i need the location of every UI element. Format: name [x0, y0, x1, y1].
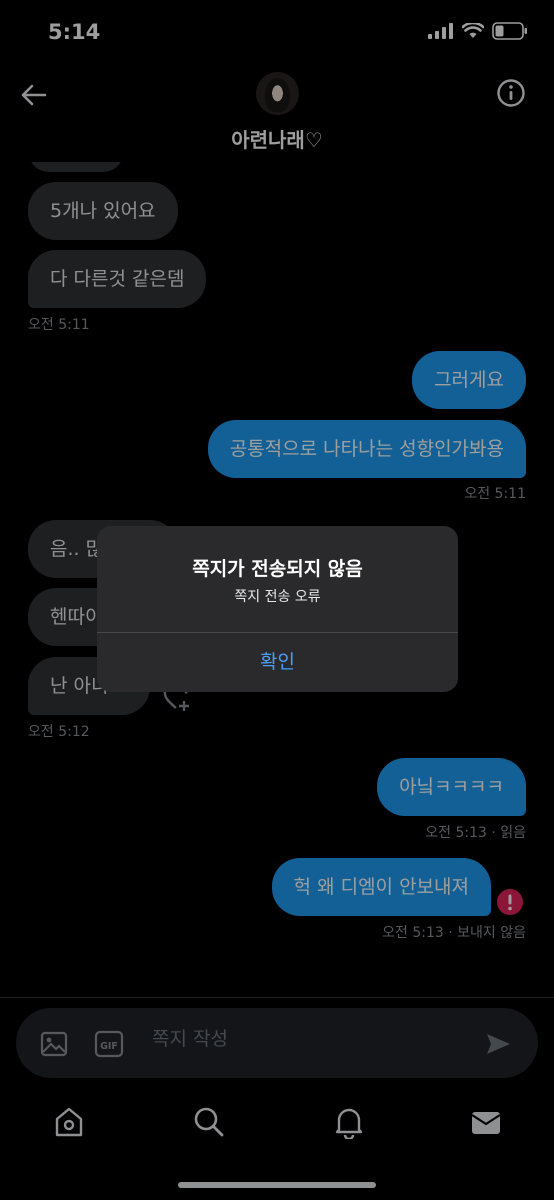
message-bubble-failed[interactable]: 헉 왜 디엠이 안보내져 — [271, 858, 491, 916]
alert-message: 쪽지 전송 오류 — [234, 589, 321, 605]
send-icon[interactable] — [484, 1030, 512, 1058]
conversation-header: 아련나래♡ — [0, 64, 554, 162]
error-icon[interactable] — [496, 888, 524, 916]
back-arrow-icon[interactable] — [18, 80, 48, 110]
message-bubble-received[interactable]: 5개나 있어요 — [28, 182, 178, 240]
message-timestamp: 오전 5:12 — [28, 724, 90, 740]
error-alert-dialog: 쪽지가 전송되지 않음 쪽지 전송 오류 확인 — [97, 526, 458, 692]
message-timestamp: 오전 5:11 — [28, 317, 90, 333]
message-timestamp-not-sent[interactable]: 오전 5:13 · 보내지 않음 — [382, 922, 526, 942]
messages-mail-icon[interactable] — [469, 1105, 503, 1139]
gif-icon[interactable]: GIF — [94, 1029, 124, 1059]
composer-divider — [0, 997, 554, 998]
message-bubble-sent[interactable]: 아닠ㅋㅋㅋㅋ — [377, 758, 526, 816]
message-timestamp: 오전 5:11 — [464, 486, 526, 502]
message-bubble-sent[interactable]: 공통적으로 나타나는 성향인가봐용 — [207, 420, 526, 478]
message-bubble-sent[interactable]: 그러게요 — [412, 351, 526, 409]
message-input[interactable] — [152, 1028, 452, 1050]
message-timestamp-read: 오전 5:13 · 읽음 — [425, 825, 526, 841]
message-composer: GIF — [16, 1008, 538, 1078]
message-bubble-received[interactable]: 다 다른것 같은뎀 — [28, 250, 207, 308]
image-icon[interactable] — [40, 1030, 68, 1058]
home-indicator[interactable] — [178, 1182, 376, 1188]
confirm-button[interactable]: 확인 — [97, 633, 458, 692]
tab-bar — [0, 1100, 554, 1160]
alert-title: 쪽지가 전송되지 않음 — [192, 558, 363, 580]
notifications-bell-icon[interactable] — [332, 1105, 366, 1139]
avatar[interactable] — [256, 72, 299, 115]
conversation-title[interactable]: 아련나래♡ — [0, 124, 554, 153]
home-icon[interactable] — [52, 1105, 86, 1139]
info-icon[interactable] — [496, 78, 526, 108]
search-icon[interactable] — [192, 1105, 226, 1139]
gif-label: GIF — [100, 1041, 118, 1052]
